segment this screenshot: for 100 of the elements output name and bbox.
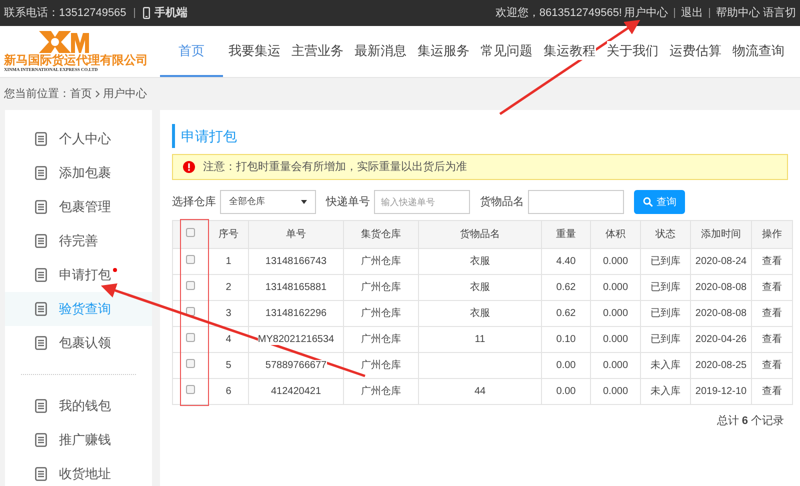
table-cell: 已到库 [650, 256, 680, 267]
table-cell: 0.000 [602, 360, 628, 371]
column-header: 重量 [542, 220, 590, 248]
warehouse-label: 选择仓库 [172, 194, 216, 210]
sidebar-item[interactable]: 个人中心 [5, 122, 152, 156]
table-cell: 广州仓库 [361, 360, 401, 371]
tracking-label: 快递单号 [326, 194, 370, 210]
panel-title: 申请打包 [181, 126, 237, 146]
checkbox[interactable] [186, 359, 195, 368]
sidebar-item[interactable]: 申请打包 [5, 258, 152, 292]
checkbox[interactable] [186, 281, 195, 290]
checkbox[interactable] [186, 228, 195, 237]
sidebar-item[interactable]: 包裹认领 [5, 326, 152, 360]
view-link[interactable]: 查看 [762, 360, 782, 371]
chevron-icon [95, 90, 100, 98]
table-cell: 2020-08-24 [695, 256, 747, 267]
phone-icon [143, 7, 150, 19]
document-icon [35, 200, 47, 214]
document-icon [35, 433, 47, 447]
nav-tab[interactable]: 我要集运 [223, 26, 286, 77]
table-cell: 44 [474, 386, 486, 397]
document-icon [35, 302, 47, 316]
table-cell: 0.000 [602, 334, 628, 345]
view-link[interactable]: 查看 [762, 308, 782, 319]
table-cell: 衣服 [470, 256, 490, 267]
breadcrumb-label: 您当前位置： [4, 86, 70, 102]
notice-text: 注意：打包时重量会有所增加，实际重量以出货后为准 [203, 160, 467, 175]
table-cell: MY82021216534 [258, 334, 334, 345]
table-cell: 已到库 [650, 308, 680, 319]
breadcrumb-link[interactable]: 首页 [70, 86, 92, 102]
table-cell: 广州仓库 [361, 308, 401, 319]
column-header: 添加时间 [690, 220, 752, 248]
search-icon [642, 197, 652, 207]
table-cell: 5 [226, 360, 232, 371]
top-link[interactable]: 用户中心 [624, 4, 668, 22]
column-header: 单号 [248, 220, 344, 248]
table-cell: 已到库 [650, 334, 680, 345]
table-cell: 广州仓库 [361, 386, 401, 397]
table-cell: 2020-08-08 [695, 308, 747, 319]
table-cell: 衣服 [470, 282, 490, 293]
top-link[interactable]: 退出 [681, 4, 703, 22]
nav-tab[interactable]: 常见问题 [475, 26, 538, 77]
table-cell: 0.000 [602, 308, 628, 319]
checkbox[interactable] [186, 385, 195, 394]
nav-tab[interactable]: 集运教程 [538, 26, 601, 77]
nav-tab[interactable]: 运费估算 [664, 26, 727, 77]
goods-field[interactable] [528, 190, 624, 214]
column-header: 状态 [640, 220, 690, 248]
tracking-field[interactable]: 输入快递单号 [374, 190, 470, 214]
table-cell: 3 [226, 308, 232, 319]
table-cell: 未入库 [650, 360, 680, 371]
column-header: 集货仓库 [344, 220, 418, 248]
table-cell: 13148165881 [265, 282, 327, 293]
checkbox[interactable] [186, 255, 195, 264]
top-link[interactable]: 帮助中心 [716, 4, 760, 22]
table-cell: 广州仓库 [361, 334, 401, 345]
mobile-link[interactable]: 手机端 [154, 4, 188, 22]
sidebar-item[interactable]: 待完善 [5, 224, 152, 258]
language-link[interactable]: 语言切 [763, 4, 796, 22]
warning-icon [183, 161, 195, 173]
table-cell: 2020-08-08 [695, 282, 747, 293]
table-cell: 0.000 [602, 282, 628, 293]
sidebar-item[interactable]: 我的钱包 [5, 389, 152, 423]
nav-tab[interactable]: 主营业务 [286, 26, 349, 77]
table-cell: 2020-08-25 [695, 360, 747, 371]
table-cell: 13148162296 [265, 308, 327, 319]
breadcrumb-link[interactable]: 用户中心 [103, 86, 147, 102]
table-cell: 13148166743 [265, 256, 327, 267]
sidebar-item[interactable]: 包裹管理 [5, 190, 152, 224]
column-header: 序号 [208, 220, 248, 248]
document-icon [35, 268, 47, 282]
column-header: 体积 [590, 220, 640, 248]
table-cell: 11 [474, 334, 486, 345]
welcome-text: 欢迎您，8613512749565! [495, 6, 622, 21]
checkbox[interactable] [186, 333, 195, 342]
goods-label: 货物品名 [480, 194, 524, 210]
sidebar-item[interactable]: 收货地址 [5, 457, 152, 486]
nav-tab[interactable]: 物流查询 [727, 26, 790, 77]
document-icon [35, 336, 47, 350]
nav-tab[interactable]: 最新消息 [349, 26, 412, 77]
table-cell: 6 [226, 386, 232, 397]
nav-tab[interactable]: 关于我们 [601, 26, 664, 77]
view-link[interactable]: 查看 [762, 334, 782, 345]
sidebar-item[interactable]: 添加包裹 [5, 156, 152, 190]
view-link[interactable]: 查看 [762, 386, 782, 397]
table-cell: 2020-04-26 [695, 334, 747, 345]
column-header: 操作 [752, 220, 792, 248]
table-cell: 2019-12-10 [695, 386, 747, 397]
warehouse-select[interactable]: 全部仓库 [220, 190, 316, 214]
table-cell: 0.62 [556, 308, 576, 319]
table-cell: 4 [226, 334, 232, 345]
table-cell: 1 [226, 256, 232, 267]
nav-tab[interactable]: 集运服务 [412, 26, 475, 77]
table-cell: 广州仓库 [361, 256, 401, 267]
sidebar-item[interactable]: 推广赚钱 [5, 423, 152, 457]
table-cell: 0.00 [556, 386, 576, 397]
view-link[interactable]: 查看 [762, 282, 782, 293]
table-cell: 已到库 [650, 282, 680, 293]
view-link[interactable]: 查看 [762, 256, 782, 267]
table-cell: 57889766677 [265, 360, 327, 371]
